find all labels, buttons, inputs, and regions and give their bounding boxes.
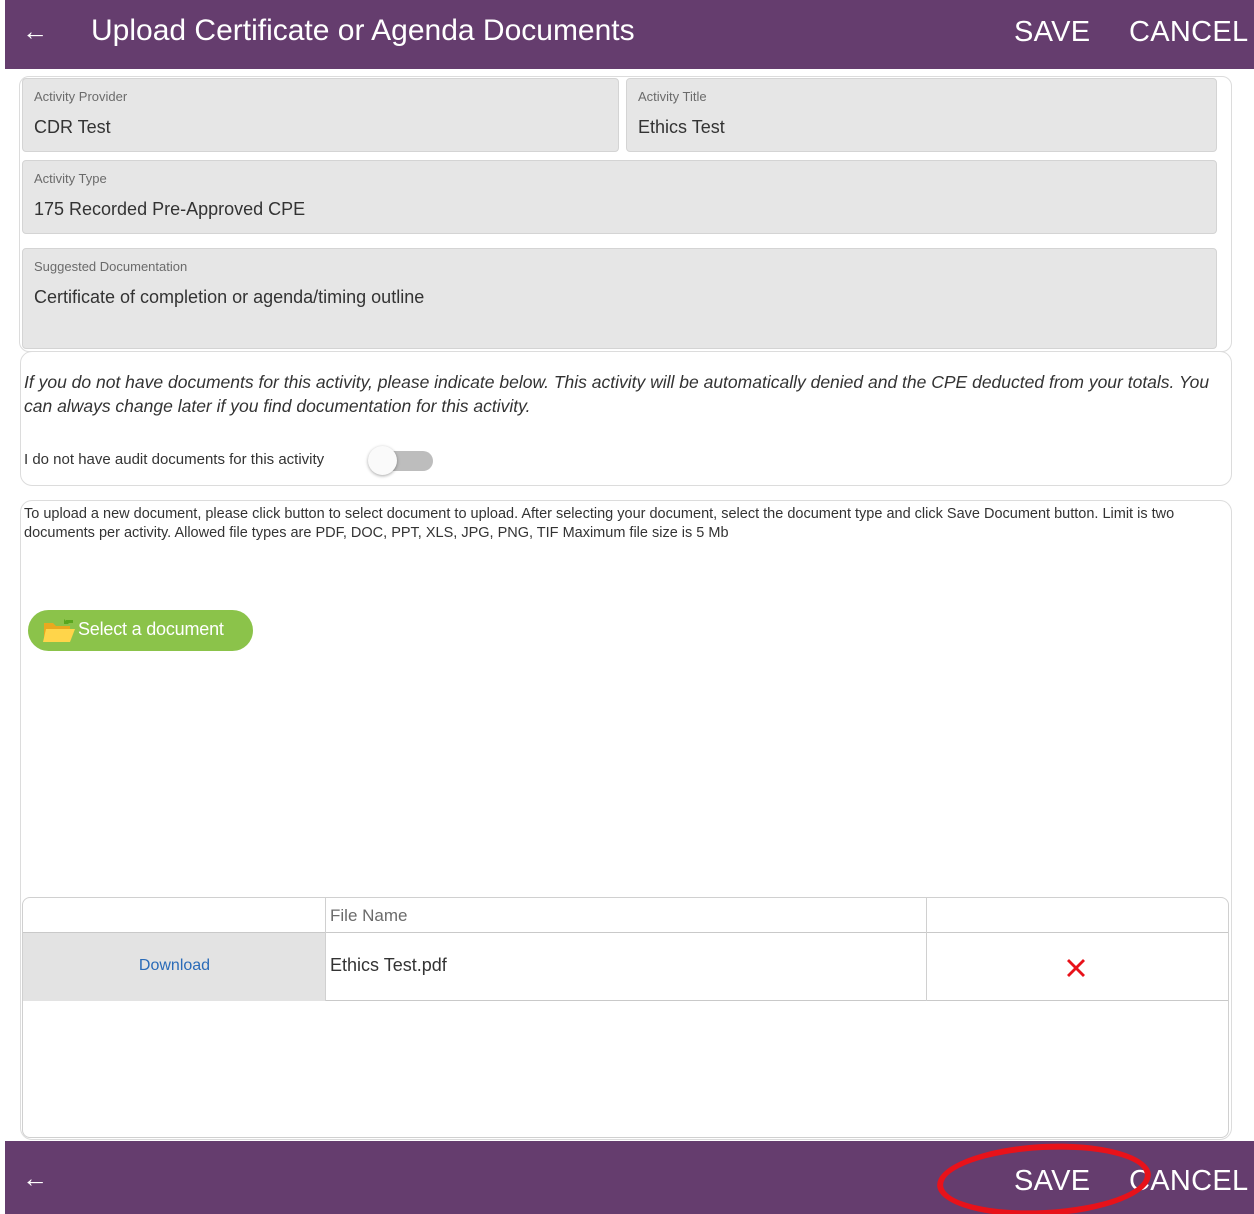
table-row: Download Ethics Test.pdf [23,933,1228,1001]
column-header-file-name: File Name [326,898,927,933]
file-name: Ethics Test.pdf [330,955,447,975]
suggested-documentation-field: Suggested Documentation Certificate of c… [22,248,1217,349]
activity-title-value: Ethics Test [638,117,725,137]
cancel-button[interactable]: CANCEL [1129,14,1248,50]
activity-type-value: 175 Recorded Pre-Approved CPE [34,199,306,219]
file-name-cell: Ethics Test.pdf [326,933,927,1001]
top-toolbar: ← Upload Certificate or Agenda Documents… [5,0,1254,69]
save-button[interactable]: SAVE [1014,14,1090,50]
download-cell: Download [23,933,326,1001]
select-document-button[interactable]: Select a document [28,610,253,651]
folder-icon [43,619,75,642]
activity-title-field: Activity Title Ethics Test [626,78,1217,152]
page-title: Upload Certificate or Agenda Documents [91,14,635,47]
no-documents-note: If you do not have documents for this ac… [24,372,1210,416]
activity-provider-field: Activity Provider CDR Test [22,78,619,152]
activity-type-field: Activity Type 175 Recorded Pre-Approved … [22,160,1217,234]
toggle-knob [368,446,397,475]
select-document-label: Select a document [78,619,224,639]
back-arrow-icon[interactable]: ← [22,18,48,44]
activity-title-label: Activity Title [638,89,707,104]
upload-instructions: To upload a new document, please click b… [24,506,1175,541]
no-audit-documents-toggle[interactable] [368,446,433,475]
delete-cell [927,933,1228,1001]
activity-provider-value: CDR Test [34,117,111,137]
download-link[interactable]: Download [23,957,326,975]
suggested-documentation-label: Suggested Documentation [34,259,188,274]
activity-type-label: Activity Type [34,171,107,186]
table-header: File Name [23,898,1228,933]
column-header-delete [927,898,1228,933]
column-header-action [23,898,326,933]
footer-save-button[interactable]: SAVE [1014,1163,1090,1199]
delete-x-icon[interactable] [1064,956,1088,980]
suggested-documentation-value: Certificate of completion or agenda/timi… [34,287,425,307]
footer-cancel-button[interactable]: CANCEL [1129,1163,1248,1199]
no-audit-documents-label: I do not have audit documents for this a… [24,451,325,468]
activity-provider-label: Activity Provider [34,89,128,104]
documents-table: File Name Download Ethics Test.pdf [22,897,1229,1138]
bottom-toolbar: ← SAVE CANCEL [5,1141,1254,1214]
back-arrow-icon[interactable]: ← [22,1165,48,1191]
